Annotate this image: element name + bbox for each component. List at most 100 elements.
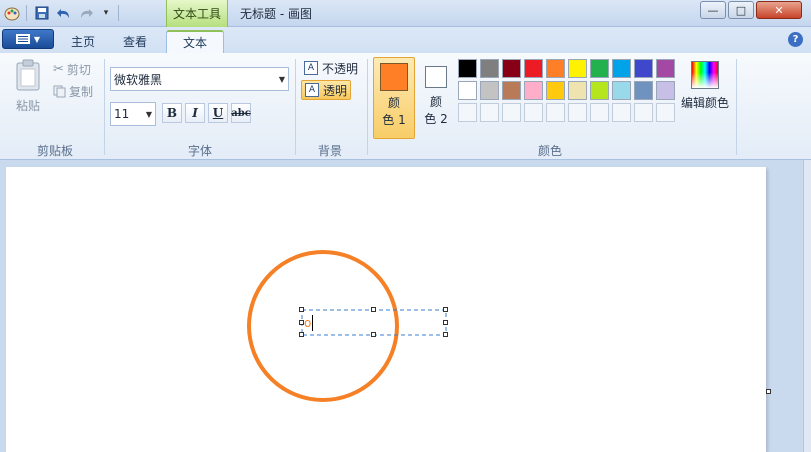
colors-group-label: 颜色	[537, 144, 562, 158]
vertical-scrollbar[interactable]	[803, 160, 811, 452]
paint-menu-button[interactable]: ▼	[2, 29, 54, 49]
palette-swatch[interactable]	[568, 81, 587, 100]
color-1-label-top: 颜	[387, 96, 400, 110]
minimize-button[interactable]: —	[700, 1, 726, 19]
customize-quick-access-icon[interactable]: ▾	[97, 4, 115, 22]
redo-icon[interactable]	[77, 4, 95, 22]
canvas-resize-handle[interactable]	[766, 389, 771, 394]
paint-app-icon[interactable]	[3, 4, 21, 22]
color-1-label-bottom: 色 1	[382, 113, 406, 127]
cut-button[interactable]: ✂ 剪切	[53, 61, 91, 78]
chevron-down-icon: ▼	[145, 110, 152, 119]
drawing-canvas[interactable]: o	[6, 167, 766, 452]
palette-swatch[interactable]	[502, 81, 521, 100]
color-spectrum-icon	[691, 61, 719, 89]
palette-swatch[interactable]	[524, 81, 543, 100]
text-cursor	[312, 315, 313, 331]
orange-circle-shape	[247, 250, 399, 402]
paste-button[interactable]: 粘贴	[10, 59, 46, 114]
palette-swatch[interactable]	[524, 59, 543, 78]
palette-swatch[interactable]	[480, 59, 499, 78]
separator	[295, 59, 296, 155]
tab-home[interactable]: 主页	[60, 30, 106, 53]
color-1-swatch	[380, 63, 408, 91]
palette-swatch[interactable]	[656, 81, 675, 100]
resize-handle[interactable]	[299, 332, 304, 337]
font-family-select[interactable]: 微软雅黑 ▼	[110, 67, 289, 91]
resize-handle[interactable]	[443, 320, 448, 325]
custom-color-slot[interactable]	[458, 103, 477, 122]
clipboard-group-label: 剪贴板	[36, 144, 73, 158]
resize-handle[interactable]	[371, 332, 376, 337]
palette-swatch[interactable]	[634, 81, 653, 100]
maximize-button[interactable]: □	[728, 1, 754, 19]
palette-swatch[interactable]	[590, 59, 609, 78]
context-tab-text-tools: 文本工具	[166, 0, 228, 28]
font-size-select[interactable]: 11 ▼	[110, 102, 156, 126]
palette-swatch[interactable]	[590, 81, 609, 100]
custom-color-slot[interactable]	[656, 103, 675, 122]
transparent-label: 透明	[323, 83, 348, 98]
edit-colors-label: 编辑颜色	[680, 96, 729, 110]
save-icon[interactable]	[33, 4, 51, 22]
close-button[interactable]: ✕	[756, 1, 802, 19]
help-icon[interactable]: ?	[788, 32, 803, 47]
opaque-button[interactable]: A 不透明	[301, 58, 361, 78]
palette-swatch[interactable]	[546, 81, 565, 100]
custom-color-slot[interactable]	[524, 103, 543, 122]
opaque-icon: A	[304, 61, 318, 75]
paste-label: 粘贴	[15, 99, 40, 113]
palette-swatch[interactable]	[612, 81, 631, 100]
palette-swatch[interactable]	[546, 59, 565, 78]
custom-color-slot[interactable]	[568, 103, 587, 122]
edit-colors-button[interactable]: 编辑颜色	[679, 61, 731, 111]
palette-swatch[interactable]	[656, 59, 675, 78]
custom-color-slot[interactable]	[480, 103, 499, 122]
separator	[118, 5, 119, 21]
clipboard-icon	[16, 59, 40, 91]
copy-button[interactable]: 复制	[53, 83, 93, 100]
custom-color-slot[interactable]	[612, 103, 631, 122]
palette-swatch[interactable]	[458, 81, 477, 100]
color-2-button[interactable]: 颜 色 2	[419, 57, 453, 139]
transparent-icon: A	[305, 83, 319, 97]
copy-label: 复制	[69, 85, 94, 99]
workspace: o	[0, 160, 811, 452]
palette-swatch[interactable]	[458, 59, 477, 78]
strikethrough-button[interactable]: abc	[231, 103, 251, 123]
italic-button[interactable]: I	[185, 103, 205, 123]
custom-color-slot[interactable]	[590, 103, 609, 122]
color-1-button[interactable]: 颜 色 1	[373, 57, 415, 139]
palette-swatch[interactable]	[612, 59, 631, 78]
transparent-button[interactable]: A 透明	[301, 80, 352, 100]
color-2-label-bottom: 色 2	[424, 112, 448, 126]
tab-text[interactable]: 文本	[166, 30, 224, 53]
palette-swatch[interactable]	[634, 59, 653, 78]
palette-swatch[interactable]	[568, 59, 587, 78]
color-2-label-top: 颜	[429, 95, 442, 109]
menu-icon	[15, 34, 30, 44]
separator	[26, 5, 27, 21]
canvas-drawing	[247, 250, 447, 402]
custom-color-slot[interactable]	[546, 103, 565, 122]
resize-handle[interactable]	[443, 332, 448, 337]
ribbon: 粘贴 ✂ 剪切 复制 剪贴板 微软雅黑 ▼ 11 ▼ B I U abc 字体 …	[0, 53, 811, 160]
underline-button[interactable]: U	[208, 103, 228, 123]
chevron-down-icon: ▼	[33, 34, 41, 44]
tab-view[interactable]: 查看	[112, 30, 158, 53]
bold-button[interactable]: B	[162, 103, 182, 123]
cut-label: 剪切	[66, 63, 91, 77]
title-bar: ▾ 文本工具 无标题 - 画图 — □ ✕	[0, 0, 811, 28]
font-family-value: 微软雅黑	[114, 72, 163, 87]
undo-icon[interactable]	[55, 4, 73, 22]
separator	[367, 59, 368, 155]
custom-color-slot[interactable]	[502, 103, 521, 122]
resize-handle[interactable]	[299, 307, 304, 312]
text-entry[interactable]: o	[304, 316, 311, 330]
resize-handle[interactable]	[443, 307, 448, 312]
palette-swatch[interactable]	[480, 81, 499, 100]
custom-color-slot[interactable]	[634, 103, 653, 122]
resize-handle[interactable]	[371, 307, 376, 312]
palette-swatch[interactable]	[502, 59, 521, 78]
copy-icon	[53, 85, 66, 98]
